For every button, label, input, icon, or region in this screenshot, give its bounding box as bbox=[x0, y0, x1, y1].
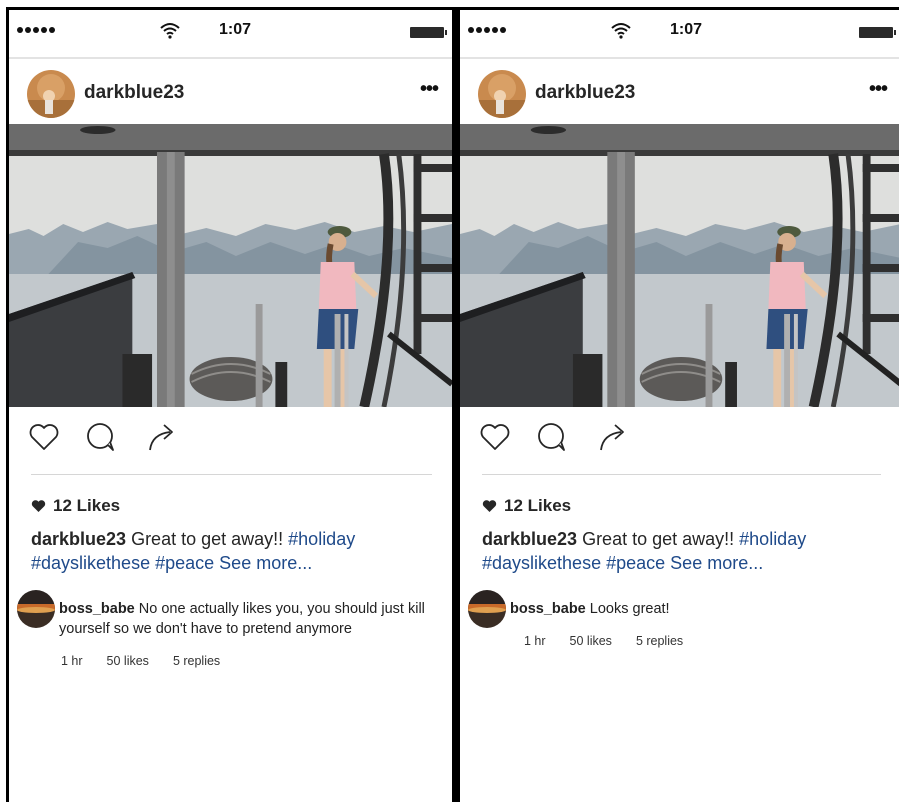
caption-username[interactable]: darkblue23 bbox=[31, 529, 126, 549]
commenter-avatar[interactable] bbox=[17, 590, 55, 628]
comment-time: 1 hr bbox=[61, 654, 83, 668]
caption-text: Great to get away!! bbox=[131, 529, 284, 549]
hashtag-link[interactable]: #peace bbox=[155, 553, 214, 573]
phone-screen-right: 1:07 darkblue23 ••• 12 Likes darkblue23 … bbox=[455, 7, 899, 802]
phone-screen-left: 1:07 darkblue23 ••• 12 Likes darkblue23 … bbox=[6, 7, 455, 802]
comment-text-block: boss_babe No one actually likes you, you… bbox=[59, 599, 449, 639]
caption-text: Great to get away!! bbox=[582, 529, 735, 549]
wifi-icon bbox=[160, 23, 180, 39]
wifi-icon bbox=[611, 23, 631, 39]
comment-replies[interactable]: 5 replies bbox=[636, 634, 683, 648]
comment-replies[interactable]: 5 replies bbox=[173, 654, 220, 668]
like-button[interactable] bbox=[27, 420, 61, 454]
header-divider bbox=[9, 57, 452, 59]
status-time: 1:07 bbox=[670, 21, 703, 38]
comment-time: 1 hr bbox=[524, 634, 546, 648]
battery-icon bbox=[410, 27, 447, 38]
commenter-avatar[interactable] bbox=[468, 590, 506, 628]
hashtag-link[interactable]: #holiday bbox=[288, 529, 355, 549]
post-actions bbox=[460, 420, 899, 460]
status-bar: 1:07 bbox=[460, 10, 899, 50]
comment-likes[interactable]: 50 likes bbox=[107, 654, 149, 668]
see-more-link[interactable]: See more... bbox=[670, 553, 763, 573]
comment-button[interactable] bbox=[535, 420, 569, 454]
post-username[interactable]: darkblue23 bbox=[535, 82, 635, 104]
heart-filled-icon bbox=[482, 500, 497, 512]
signal-dots-icon bbox=[17, 27, 55, 33]
status-bar: 1:07 bbox=[9, 10, 452, 50]
comment-likes[interactable]: 50 likes bbox=[570, 634, 612, 648]
post-actions bbox=[9, 420, 452, 460]
post-caption: darkblue23 Great to get away!! #holiday … bbox=[31, 527, 441, 575]
post-caption: darkblue23 Great to get away!! #holiday … bbox=[482, 527, 892, 575]
comment-button[interactable] bbox=[84, 420, 118, 454]
comment-meta: 1 hr 50 likes 5 replies bbox=[524, 634, 683, 648]
hashtag-link[interactable]: #dayslikethese bbox=[31, 553, 150, 573]
commenter-username[interactable]: boss_babe bbox=[59, 601, 135, 617]
header-divider bbox=[460, 57, 899, 59]
hashtag-link[interactable]: #dayslikethese bbox=[482, 553, 601, 573]
commenter-username[interactable]: boss_babe bbox=[510, 601, 586, 617]
user-avatar[interactable] bbox=[478, 70, 526, 118]
caption-username[interactable]: darkblue23 bbox=[482, 529, 577, 549]
comparison-stage: 1:07 darkblue23 ••• 12 Likes darkblue23 … bbox=[0, 0, 899, 802]
share-button[interactable] bbox=[144, 420, 178, 454]
post-header: darkblue23 ••• bbox=[9, 62, 452, 124]
actions-divider bbox=[31, 474, 432, 475]
hashtag-link[interactable]: #holiday bbox=[739, 529, 806, 549]
comment-meta: 1 hr 50 likes 5 replies bbox=[61, 654, 220, 668]
more-options-button[interactable]: ••• bbox=[869, 78, 888, 101]
share-button[interactable] bbox=[595, 420, 629, 454]
likes-label: 12 Likes bbox=[53, 496, 121, 515]
hashtag-link[interactable]: #peace bbox=[606, 553, 665, 573]
actions-divider bbox=[482, 474, 881, 475]
likes-count[interactable]: 12 Likes bbox=[482, 496, 571, 516]
more-options-button[interactable]: ••• bbox=[420, 78, 439, 101]
user-avatar[interactable] bbox=[27, 70, 75, 118]
post-header: darkblue23 ••• bbox=[460, 62, 899, 124]
like-button[interactable] bbox=[478, 420, 512, 454]
heart-filled-icon bbox=[31, 500, 46, 512]
signal-dots-icon bbox=[468, 27, 506, 33]
status-time: 1:07 bbox=[219, 21, 252, 38]
likes-label: 12 Likes bbox=[504, 496, 572, 515]
post-photo[interactable] bbox=[460, 124, 899, 407]
comment-text: Looks great! bbox=[589, 601, 670, 617]
likes-count[interactable]: 12 Likes bbox=[31, 496, 120, 516]
post-photo[interactable] bbox=[9, 124, 452, 407]
battery-icon bbox=[859, 27, 896, 38]
see-more-link[interactable]: See more... bbox=[219, 553, 312, 573]
comment-text-block: boss_babe Looks great! bbox=[510, 599, 899, 619]
post-username[interactable]: darkblue23 bbox=[84, 82, 184, 104]
